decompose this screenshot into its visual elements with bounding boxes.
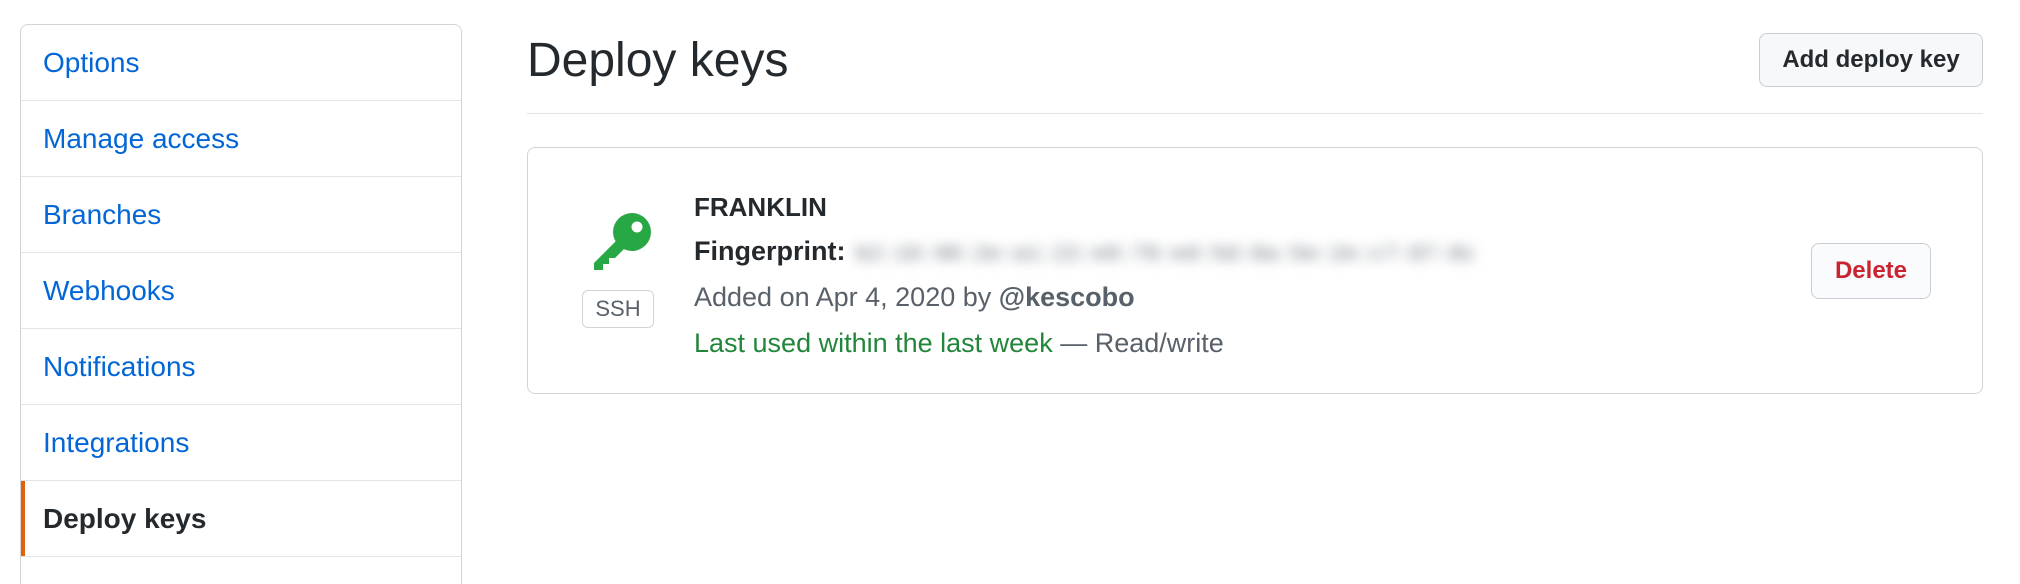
sidebar-item-deploy-keys[interactable]: Deploy keys [21, 481, 461, 557]
last-used-text: Last used within the last week [694, 328, 1053, 358]
sidebar-item-branches[interactable]: Branches [21, 177, 461, 253]
access-level-text: — Read/write [1060, 328, 1224, 358]
fingerprint-label: Fingerprint: [694, 236, 846, 266]
fingerprint-value: b2:16:98:2e:a1:22:e8:78:ed:5d:8a:5e:2e:c… [855, 242, 1476, 267]
fingerprint-line: Fingerprint: b2:16:98:2e:a1:22:e8:78:ed:5… [694, 228, 1476, 274]
title-divider [527, 113, 1983, 114]
sidebar-item-webhooks[interactable]: Webhooks [21, 253, 461, 329]
sidebar-item-notifications[interactable]: Notifications [21, 329, 461, 405]
settings-sidebar: Options Manage access Branches Webhooks … [20, 24, 462, 584]
key-info: FRANKLIN Fingerprint: b2:16:98:2e:a1:22:e… [694, 186, 1476, 366]
key-title: FRANKLIN [694, 192, 827, 222]
sidebar-item-manage-access[interactable]: Manage access [21, 101, 461, 177]
added-by-user: @kescobo [998, 282, 1135, 312]
page-title: Deploy keys [527, 34, 789, 87]
added-info: Added on Apr 4, 2020 by @kescobo [694, 274, 1476, 320]
sidebar-item-options[interactable]: Options [21, 25, 461, 101]
add-deploy-key-button[interactable]: Add deploy key [1759, 33, 1983, 87]
deploy-key-card: SSH FRANKLIN Fingerprint: b2:16:98:2e:a1:… [527, 147, 1983, 394]
key-icon [588, 212, 654, 272]
usage-info: Last used within the last week — Read/wr… [694, 320, 1476, 366]
sidebar-item-integrations[interactable]: Integrations [21, 405, 461, 481]
delete-key-button[interactable]: Delete [1811, 243, 1931, 299]
key-type-badge: SSH [582, 290, 654, 328]
added-date-text: Added on Apr 4, 2020 by [694, 282, 992, 312]
